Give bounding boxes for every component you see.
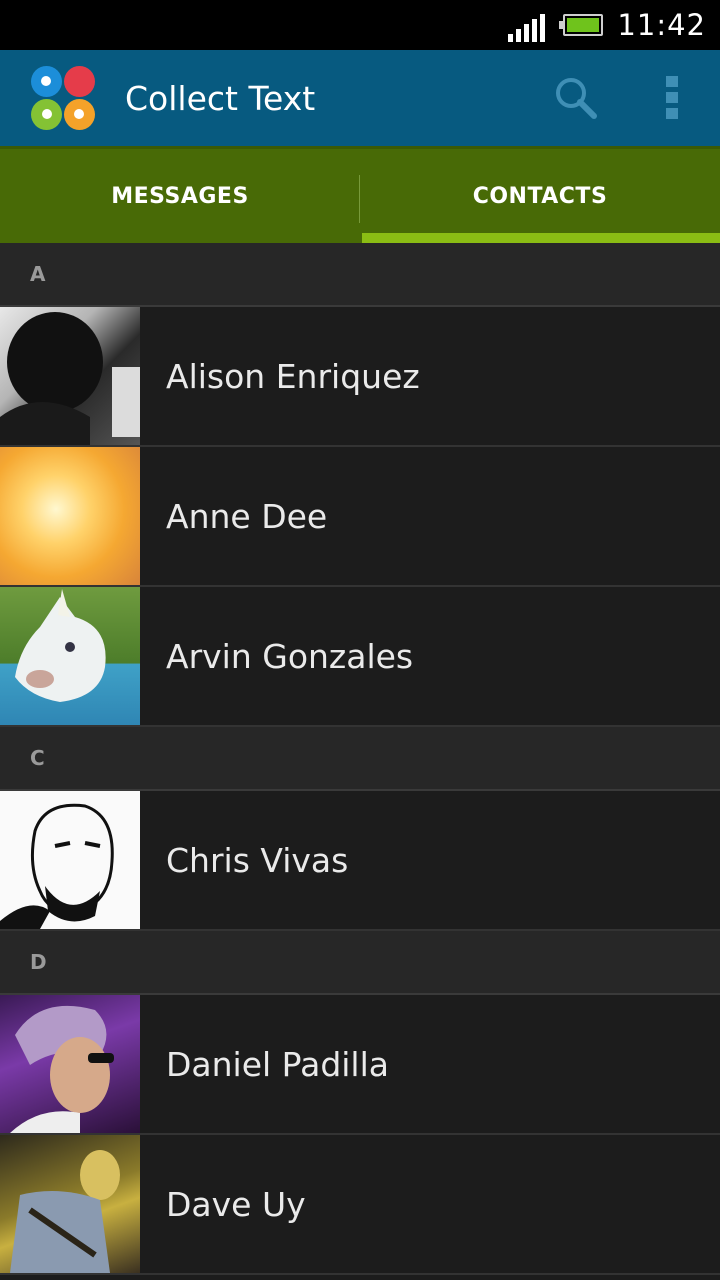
section-header: C <box>0 727 720 791</box>
contact-list[interactable]: A Alison Enriquez Anne Dee Arvin Gonzale… <box>0 243 720 1275</box>
contact-row[interactable]: Alison Enriquez <box>0 307 720 447</box>
contact-name: Dave Uy <box>166 1184 306 1224</box>
app-title: Collect Text <box>125 78 316 118</box>
contact-row[interactable]: Daniel Padilla <box>0 995 720 1135</box>
avatar <box>0 587 140 725</box>
tab-messages[interactable]: MESSAGES <box>0 149 360 243</box>
status-bar: 11:42 <box>0 0 720 50</box>
contact-row[interactable]: Arvin Gonzales <box>0 587 720 727</box>
tab-label: MESSAGES <box>111 183 249 209</box>
contact-row[interactable]: Chris Vivas <box>0 791 720 931</box>
cell-signal-icon <box>508 14 546 42</box>
contact-row[interactable]: Dave Uy <box>0 1135 720 1275</box>
contact-name: Alison Enriquez <box>166 356 420 396</box>
contact-name: Anne Dee <box>166 496 328 536</box>
avatar <box>0 307 140 445</box>
section-header: A <box>0 243 720 307</box>
tab-label: CONTACTS <box>472 183 608 209</box>
battery-full-icon <box>559 14 604 36</box>
contact-name: Daniel Padilla <box>166 1044 389 1084</box>
avatar <box>0 447 140 585</box>
collect-text-logo-icon[interactable] <box>31 66 95 130</box>
avatar <box>0 995 140 1133</box>
status-clock: 11:42 <box>617 8 706 42</box>
contact-row[interactable]: Anne Dee <box>0 447 720 587</box>
contact-name: Chris Vivas <box>166 840 349 880</box>
action-bar: Collect Text <box>0 50 720 146</box>
overflow-menu-icon[interactable] <box>624 50 720 146</box>
tab-contacts[interactable]: CONTACTS <box>360 149 720 243</box>
search-icon[interactable] <box>528 50 624 146</box>
tab-bar: MESSAGES CONTACTS <box>0 146 720 243</box>
avatar <box>0 791 140 929</box>
contact-name: Arvin Gonzales <box>166 636 414 676</box>
section-header: D <box>0 931 720 995</box>
avatar <box>0 1135 140 1273</box>
